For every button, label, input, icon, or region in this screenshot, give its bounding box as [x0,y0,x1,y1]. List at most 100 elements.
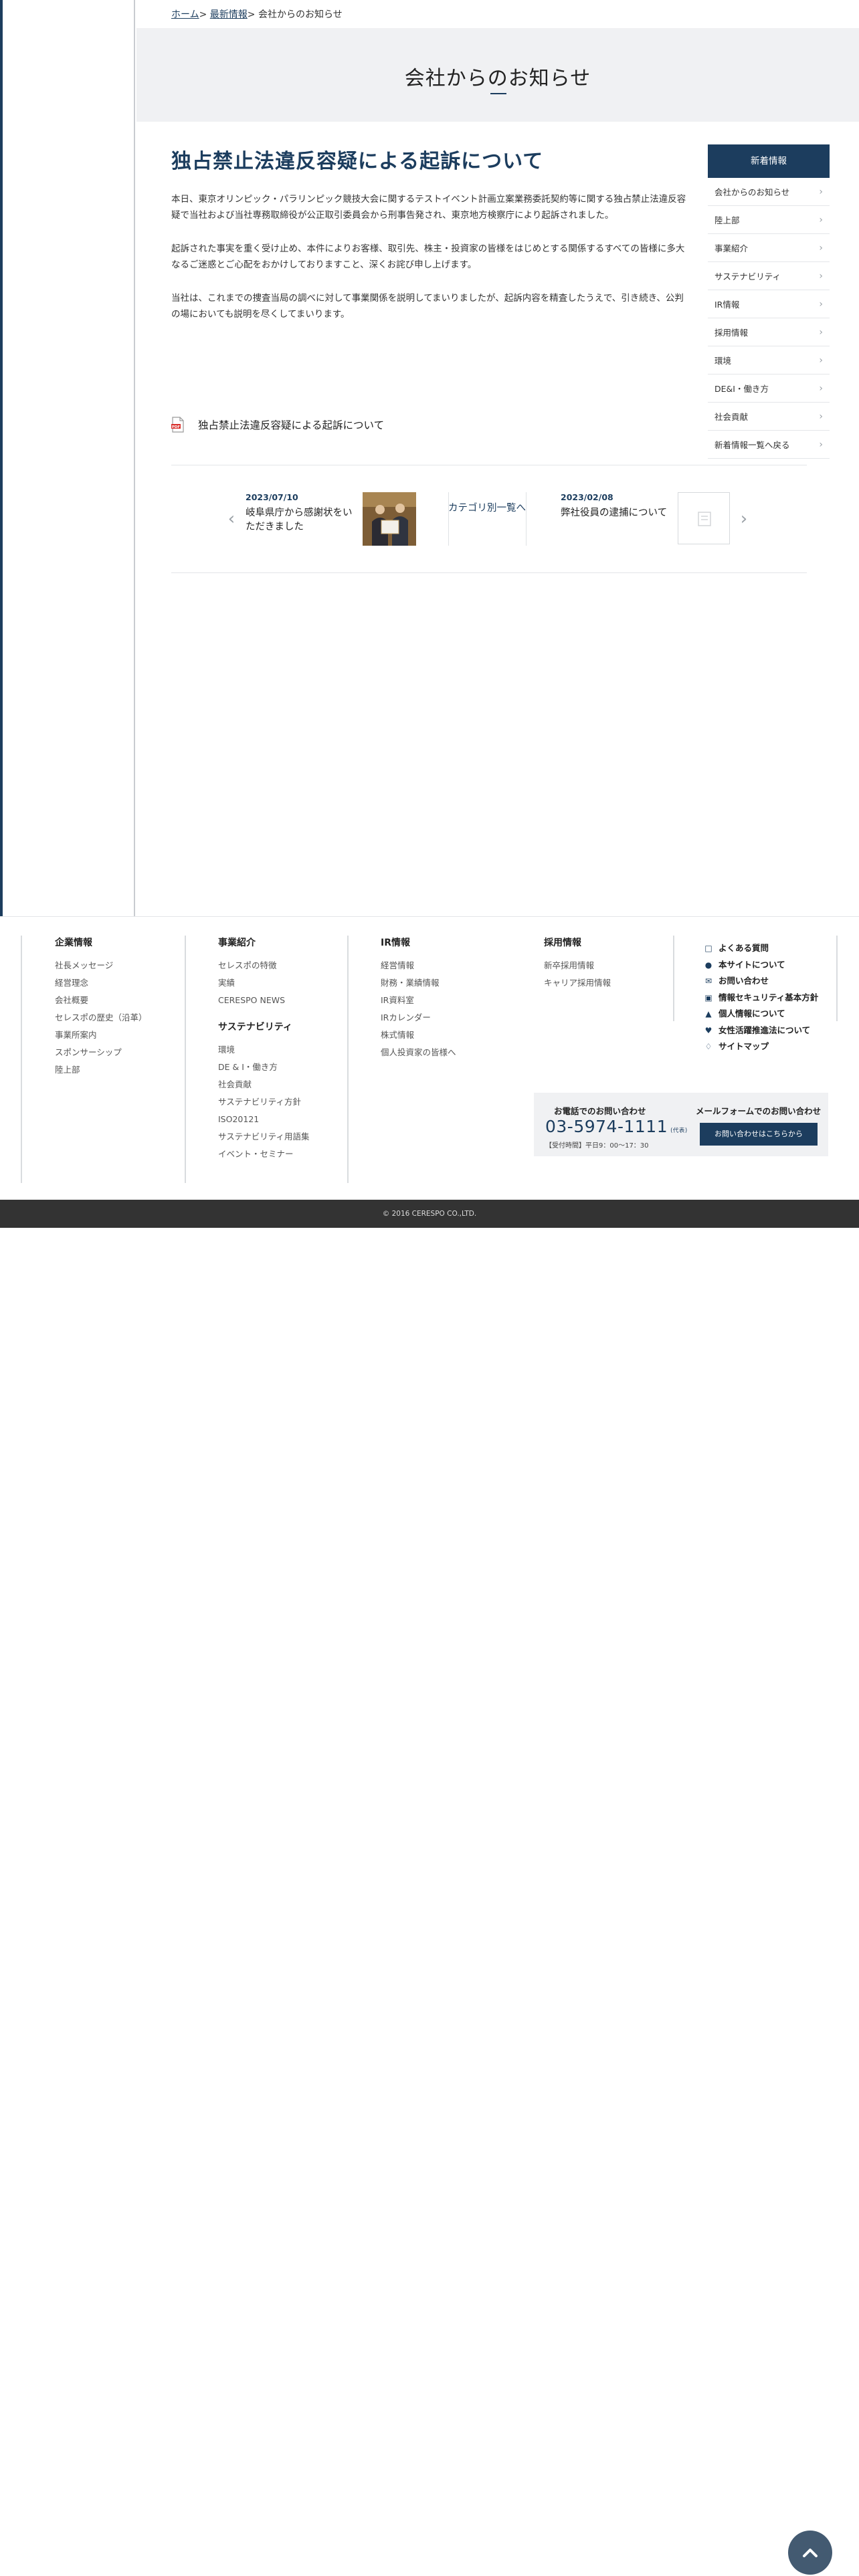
footer-link[interactable]: イベント・セミナー [218,1146,310,1163]
footer-util-label: 本サイトについて [719,959,785,970]
footer-link[interactable]: DE & I・働き方 [218,1059,310,1076]
mail-icon: ✉ [704,976,712,986]
prev-post-thumbnail[interactable] [363,492,416,546]
footer-divider [673,936,674,1021]
chevron-right-icon: › [819,383,823,394]
footer-col-business: 事業紹介 セレスポの特徴 実績 CERESPO NEWS サステナビリティ 環境… [218,936,310,1183]
sidebar-item-company-news[interactable]: 会社からのお知らせ › [708,178,830,206]
phone-number-suffix: (代表) [670,1128,688,1134]
footer-link[interactable]: 実績 [218,974,310,992]
footer-link[interactable]: スポンサーシップ [55,1044,147,1061]
sidebar-item-label: 環境 [714,356,732,366]
footer-divider [21,936,22,1183]
phone-hours: 【受付時間】平日9：00〜17：30 [545,1142,649,1150]
article-paragraph: 本日、東京オリンピック・パラリンピック競技大会に関するテストイベント計画立案業務… [171,194,686,221]
footer-link[interactable]: セレスポの歴史（沿革） [55,1009,147,1027]
sidebar-item-ir[interactable]: IR情報 › [708,290,830,318]
sidebar-item-label: IR情報 [714,300,740,310]
footer-util-contact[interactable]: ✉ お問い合わせ [704,973,818,990]
next-post-date: 2023/02/08 [561,492,613,502]
footer-heading: 事業紹介 [218,938,256,948]
sidebar-item-label: 採用情報 [714,328,749,338]
lock-icon: ▣ [704,992,712,1002]
sidebar-item-dei[interactable]: DE&I・働き方 › [708,374,830,403]
prev-post-date: 2023/07/10 [246,492,298,502]
footer-divider [347,936,349,1183]
sidebar-item-sustainability[interactable]: サステナビリティ › [708,262,830,290]
contact-box: お電話でのお問い合わせ 03-5974-1111 (代表) 【受付時間】平日9：0… [534,1093,828,1156]
footer-link[interactable]: IRカレンダー [381,1009,456,1027]
breadcrumb-current: 会社からのお知らせ [258,9,343,20]
sidebar-item-social[interactable]: 社会貢献 › [708,403,830,431]
footer-link[interactable]: 個人投資家の皆様へ [381,1044,456,1061]
footer-link[interactable]: IR資料室 [381,992,456,1009]
footer-util-faq[interactable]: □ よくある質問 [704,940,818,957]
category-list-link[interactable]: カテゴリ別一覧へ [448,500,526,516]
footer-util-label: よくある質問 [719,943,769,953]
breadcrumb-home-link[interactable]: ホーム [171,9,199,20]
footer-link[interactable]: 社長メッセージ [55,957,147,974]
footer-link[interactable]: セレスポの特徴 [218,957,310,974]
back-to-top-button[interactable] [788,2531,832,2575]
footer-link[interactable]: 環境 [218,1041,310,1059]
footer-col-ir: IR情報 経営情報 財務・業績情報 IR資料室 IRカレンダー 株式情報 個人投… [381,936,456,1183]
chevron-right-icon: › [819,214,823,225]
title-underline [490,93,506,94]
footer-link[interactable]: キャリア採用情報 [544,974,611,992]
footer-link[interactable]: サステナビリティ方針 [218,1093,310,1111]
nav-divider [526,492,527,546]
footer-col-company: 企業情報 社長メッセージ 経営理念 会社概要 セレスポの歴史（沿革） 事業所案内… [55,936,147,1183]
footer-link[interactable]: CERESPO NEWS [218,992,310,1009]
next-post-title: 弊社役員の逮捕について [561,508,668,518]
sidebar-item-label: 会社からのお知らせ [714,187,790,197]
pdf-download-link[interactable]: PDF 独占禁止法違反容疑による起訴について [171,417,384,433]
footer-util-women[interactable]: ♥ 女性活躍推進法について [704,1023,818,1039]
footer-link[interactable]: 経営理念 [55,974,147,992]
footer-link[interactable]: 経営情報 [381,957,456,974]
copyright: © 2016 CERESPO CO.,LTD. [0,1200,859,1228]
footer-link[interactable]: 社会貢献 [218,1076,310,1093]
chevron-right-icon[interactable]: › [737,510,751,528]
next-post-link[interactable]: 2023/02/08 弊社役員の逮捕について [561,492,681,520]
chevron-left-icon[interactable]: ‹ [225,510,238,528]
footer-util-label: 女性活躍推進法について [719,1025,811,1035]
sidebar-item-label: DE&I・働き方 [714,384,769,394]
chevron-right-icon: › [819,270,823,282]
chevron-right-icon: › [819,439,823,450]
chat-icon: □ [704,944,712,954]
footer-util-privacy[interactable]: ▲ 個人情報について [704,1006,818,1023]
footer-link[interactable]: 新卒採用情報 [544,957,611,974]
breadcrumb-separator: > [199,9,210,20]
footer-link[interactable]: 陸上部 [55,1061,147,1079]
footer-link[interactable]: 株式情報 [381,1027,456,1044]
footer-util-label: サイトマップ [719,1041,769,1051]
sidebar-item-label: 社会貢献 [714,412,749,422]
prev-post-link[interactable]: 2023/07/10 岐阜県庁から感謝状をいただきました [246,492,353,534]
phone-number[interactable]: 03-5974-1111 (代表) [545,1117,688,1136]
breadcrumb-news-link[interactable]: 最新情報 [210,9,248,20]
next-post-thumbnail[interactable] [678,492,730,544]
footer-util-sitemap[interactable]: ♢ サイトマップ [704,1039,818,1055]
breadcrumb-separator: > [247,9,258,20]
footer-link[interactable]: 会社概要 [55,992,147,1009]
footer-util-about[interactable]: ● 本サイトについて [704,957,818,974]
footer-link[interactable]: 事業所案内 [55,1027,147,1044]
footer-link[interactable]: ISO20121 [218,1111,310,1128]
news-category-sidebar: 新着情報 会社からのお知らせ › 陸上部 › 事業紹介 › サステナビリティ › IR情… [708,144,830,459]
contact-form-button[interactable]: お問い合わせはこちらから [700,1123,818,1146]
sidebar-item-back-to-list[interactable]: 新着情報一覧へ戻る › [708,431,830,459]
article-paragraph: 当社は、これまでの捜査当局の調べに対して事業関係を説明してまいりましたが、起訴内… [171,293,684,320]
sitemap-icon: ♢ [704,1042,712,1052]
sidebar-item-recruit[interactable]: 採用情報 › [708,318,830,346]
page-title: 会社からのお知らせ [404,67,591,90]
footer-heading: 採用情報 [544,938,581,948]
footer-link[interactable]: 財務・業績情報 [381,974,456,992]
footer-link[interactable]: サステナビリティ用語集 [218,1128,310,1146]
sidebar-item-track-team[interactable]: 陸上部 › [708,206,830,234]
sidebar-item-environment[interactable]: 環境 › [708,346,830,374]
footer-util-security[interactable]: ▣ 情報セキュリティ基本方針 [704,990,818,1006]
chevron-right-icon: › [819,354,823,366]
pdf-icon: PDF [171,417,186,433]
chevron-right-icon: › [819,411,823,422]
sidebar-item-business[interactable]: 事業紹介 › [708,234,830,262]
